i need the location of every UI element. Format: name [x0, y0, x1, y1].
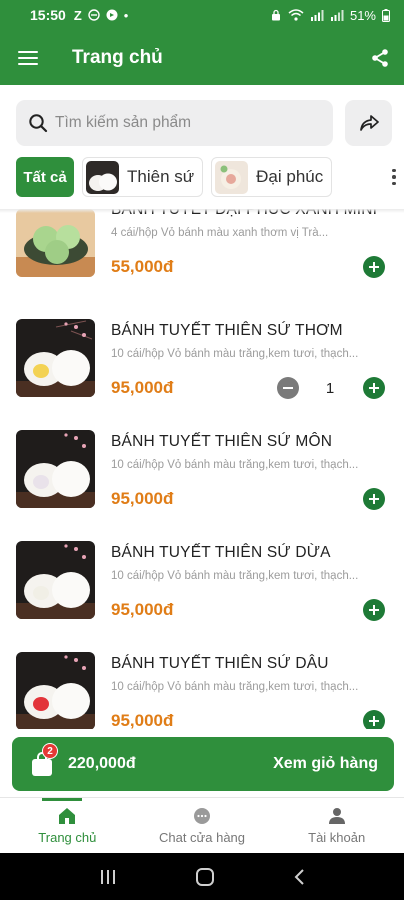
- nav-account[interactable]: Tài khoản: [269, 798, 404, 853]
- back-icon[interactable]: [293, 868, 305, 886]
- cart-count-badge: 2: [42, 743, 58, 759]
- home-icon: [57, 806, 77, 826]
- hamburger-icon: [18, 50, 38, 65]
- cart-icon-wrap: 2: [30, 743, 58, 777]
- filter-dai-phuc[interactable]: Đại phúc: [211, 157, 333, 197]
- filter-all[interactable]: Tất cả: [16, 157, 74, 197]
- list-item[interactable]: BÁNH TUYẾT THIÊN SỨ THƠM 10 cái/hộp Vỏ b…: [0, 310, 404, 421]
- product-name: BÁNH TUYẾT THIÊN SỨ DÂU: [111, 655, 329, 672]
- chat-icon: [192, 806, 212, 826]
- product-name: BÁNH TUYẾT THIÊN SỨ DỪA: [111, 544, 331, 561]
- search-row: Tìm kiếm sản phẩm: [16, 100, 392, 146]
- thien-su-thumbnail: [86, 160, 119, 194]
- user-icon: [327, 806, 347, 826]
- product-description: 10 cái/hộp Vỏ bánh màu trắng,kem tươi, t…: [111, 348, 359, 360]
- view-cart-bar[interactable]: 2 220,000đ Xem giỏ hàng: [12, 737, 394, 791]
- add-to-cart-button[interactable]: [363, 599, 385, 621]
- list-top-shadow: [0, 209, 404, 213]
- status-right: 51%: [270, 8, 390, 23]
- product-description: 10 cái/hộp Vỏ bánh màu trắng,kem tươi, t…: [111, 681, 359, 693]
- plus-icon: [369, 494, 379, 504]
- minus-icon: [283, 387, 293, 389]
- product-image: [16, 319, 95, 397]
- forward-icon: [359, 115, 379, 131]
- product-price: 95,000đ: [111, 600, 174, 619]
- filter-label: Đại phúc: [256, 167, 324, 186]
- recent-apps-icon[interactable]: [99, 869, 117, 885]
- nav-label: Tài khoản: [308, 830, 366, 845]
- add-to-cart-button[interactable]: [363, 256, 385, 278]
- add-to-cart-button[interactable]: [363, 488, 385, 510]
- list-item[interactable]: BÁNH TUYẾT ĐẠI PHÚC XANH MINI 4 cái/hộp …: [0, 209, 404, 310]
- status-time: 15:50: [30, 7, 66, 23]
- notification-icons: Z •: [74, 8, 129, 23]
- add-to-cart-button[interactable]: [363, 710, 385, 729]
- bottom-navigation: Trang chủ Chat cửa hàng Tài khoản: [0, 797, 404, 853]
- forward-share-button[interactable]: [345, 100, 392, 146]
- quantity-field[interactable]: 1: [304, 377, 356, 399]
- product-description: 10 cái/hộp Vỏ bánh màu trắng,kem tươi, t…: [111, 459, 359, 471]
- dai-phuc-thumbnail: [215, 160, 249, 194]
- page-title: Trang chủ: [72, 46, 163, 68]
- search-icon: [29, 114, 48, 133]
- zalo-icon: Z: [73, 7, 82, 23]
- system-navigation-bar: [0, 853, 404, 900]
- nav-chat[interactable]: Chat cửa hàng: [135, 798, 270, 853]
- decrease-quantity-button[interactable]: [277, 377, 299, 399]
- plus-icon: [369, 605, 379, 615]
- home-button-icon[interactable]: [195, 867, 215, 887]
- list-item[interactable]: BÁNH TUYẾT THIÊN SỨ DÂU 10 cái/hộp Vỏ bá…: [0, 643, 404, 729]
- filter-label: Thiên sứ: [127, 167, 195, 186]
- product-price: 55,000đ: [111, 257, 174, 276]
- wifi-icon: [288, 9, 304, 21]
- app-bar: Trang chủ: [0, 30, 404, 85]
- battery-icon: [382, 8, 390, 22]
- menu-button[interactable]: [0, 30, 56, 85]
- plus-icon: [369, 262, 379, 272]
- product-name: BÁNH TUYẾT THIÊN SỨ MÔN: [111, 433, 333, 450]
- filter-thien-su[interactable]: Thiên sứ: [82, 157, 204, 197]
- view-cart-label: Xem giỏ hàng: [273, 755, 378, 772]
- product-image: [16, 209, 95, 277]
- signal-icon: [310, 10, 324, 21]
- dot-icon: •: [123, 7, 129, 23]
- nav-label: Trang chủ: [38, 830, 97, 845]
- nav-home[interactable]: Trang chủ: [0, 798, 135, 853]
- product-list: BÁNH TUYẾT ĐẠI PHÚC XANH MINI 4 cái/hộp …: [0, 209, 404, 729]
- product-price: 95,000đ: [111, 378, 174, 397]
- share-icon: [372, 48, 388, 67]
- product-description: 4 cái/hộp Vỏ bánh màu xanh thơm vị Trà..…: [111, 227, 329, 239]
- signal-icon-2: [330, 10, 344, 21]
- product-image: [16, 652, 95, 729]
- product-description: 10 cái/hộp Vỏ bánh màu trắng,kem tươi, t…: [111, 570, 359, 582]
- nav-label: Chat cửa hàng: [158, 830, 246, 845]
- list-item[interactable]: BÁNH TUYẾT THIÊN SỨ DỪA 10 cái/hộp Vỏ bá…: [0, 532, 404, 643]
- product-price: 95,000đ: [111, 711, 174, 729]
- filter-label: Tất cả: [23, 168, 67, 186]
- plus-icon: [369, 716, 379, 726]
- product-image: [16, 430, 95, 508]
- product-name: BÁNH TUYẾT THIÊN SỨ THƠM: [111, 322, 343, 339]
- cart-total: 220,000đ: [68, 755, 136, 772]
- share-button[interactable]: [356, 30, 404, 85]
- more-options-button[interactable]: [382, 155, 404, 199]
- product-image: [16, 541, 95, 619]
- battery-percent: 51%: [349, 7, 376, 23]
- minus-circle-icon: [88, 9, 100, 21]
- category-filter-row: Tất cả Thiên sứ Đại phúc: [16, 155, 404, 199]
- search-input[interactable]: Tìm kiếm sản phẩm: [16, 100, 333, 146]
- app-notification-icon: [106, 9, 118, 21]
- list-item[interactable]: BÁNH TUYẾT THIÊN SỨ MÔN 10 cái/hộp Vỏ bá…: [0, 421, 404, 532]
- lock-icon: [271, 9, 280, 21]
- product-price: 95,000đ: [111, 489, 174, 508]
- plus-icon: [369, 383, 379, 393]
- increase-quantity-button[interactable]: [363, 377, 385, 399]
- status-bar: 15:50 Z • 51%: [0, 0, 404, 30]
- search-placeholder: Tìm kiếm sản phẩm: [55, 114, 192, 131]
